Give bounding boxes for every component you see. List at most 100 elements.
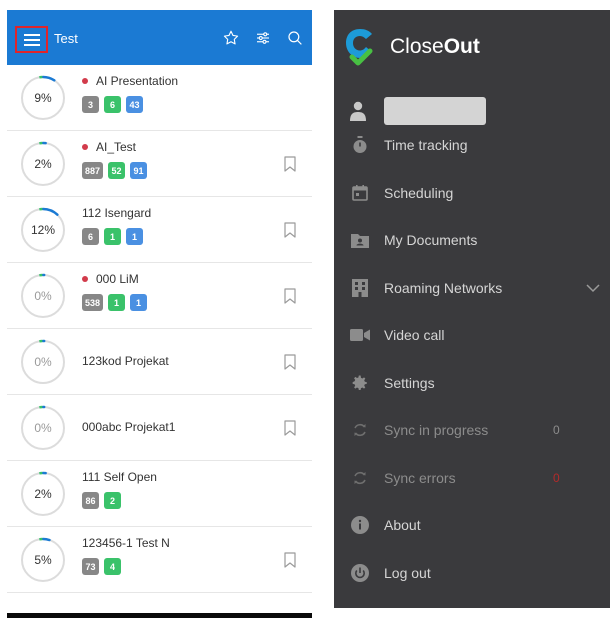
chevron-down-icon[interactable]	[586, 280, 600, 298]
user-name-redacted	[384, 97, 486, 125]
project-title: 123456-1 Test N	[82, 536, 170, 550]
count-badge-green: 52	[108, 162, 126, 179]
badge-group: 3 6 43	[82, 96, 143, 113]
count-badge-gray: 73	[82, 558, 99, 575]
bookmark-icon[interactable]	[284, 222, 296, 238]
filter-button[interactable]	[252, 27, 274, 49]
menu-icon	[23, 33, 40, 46]
video-icon	[350, 325, 370, 345]
flag-dot-icon	[82, 275, 88, 282]
project-title: 123kod Projekat	[82, 354, 169, 368]
closeout-logo-icon	[346, 29, 373, 66]
app-bar-title: Test	[54, 31, 78, 46]
filter-icon	[257, 32, 269, 44]
count-badge-blue: 43	[126, 96, 143, 113]
progress-ring: 5%	[19, 536, 67, 584]
project-list-item[interactable]: 9% AI Presentation 3 6 43	[7, 65, 312, 131]
bookmark-icon[interactable]	[284, 420, 296, 436]
bookmark-icon[interactable]	[284, 288, 296, 304]
project-list-item[interactable]: 2% AI_Test 887 52 91	[7, 131, 312, 197]
progress-ring: 0%	[19, 404, 67, 452]
project-list-screen: Test 9% AI Presentation 3 6 43 2% AI_Test 887 52	[7, 10, 312, 618]
star-icon	[223, 30, 239, 45]
count-badge-green: 6	[104, 96, 121, 113]
bookmark-icon[interactable]	[284, 354, 296, 370]
drawer-item-label: Log out	[384, 565, 431, 581]
count-badge-gray: 538	[82, 294, 104, 311]
badge-group: 538 1 1	[82, 294, 148, 311]
project-title: 000 LiM	[82, 272, 139, 286]
project-name: 123kod Projekat	[82, 354, 169, 368]
gear-icon	[350, 373, 370, 393]
progress-ring: 12%	[19, 206, 67, 254]
progress-percent: 0%	[34, 289, 52, 303]
flag-dot-icon	[82, 143, 88, 150]
sync-icon	[350, 420, 370, 440]
count-badge-green: 1	[108, 294, 126, 311]
drawer-item-time-tracking[interactable]: Time tracking	[350, 132, 600, 158]
sync-count: 0	[553, 423, 560, 437]
drawer-item-label: About	[384, 517, 421, 533]
bookmark-icon[interactable]	[284, 552, 296, 568]
project-list-item[interactable]: 5% 123456-1 Test N 73 4	[7, 527, 312, 593]
drawer-item-settings[interactable]: Settings	[350, 370, 600, 396]
app-bar-actions	[220, 27, 306, 49]
badge-group: 73 4	[82, 558, 121, 575]
drawer-item-log-out[interactable]: Log out	[350, 560, 600, 586]
system-bottom-bar	[7, 613, 312, 618]
progress-percent: 2%	[34, 487, 52, 501]
drawer-item-scheduling[interactable]: Scheduling	[350, 180, 600, 206]
project-title: 111 Self Open	[82, 470, 157, 484]
folder-icon	[350, 230, 370, 250]
project-name: AI Presentation	[96, 74, 179, 88]
progress-ring: 2%	[19, 140, 67, 188]
drawer-item-video-call[interactable]: Video call	[350, 322, 600, 348]
project-list-item[interactable]: 2% 111 Self Open 86 2	[7, 461, 312, 527]
progress-ring: 0%	[19, 272, 67, 320]
favorites-button[interactable]	[220, 27, 242, 49]
drawer-item-label: My Documents	[384, 232, 478, 248]
count-badge-blue: 1	[130, 294, 148, 311]
count-badge-green: 2	[104, 492, 121, 509]
info-icon	[350, 515, 370, 535]
project-title: 000abc Projekat1	[82, 420, 175, 434]
menu-button[interactable]	[15, 26, 48, 53]
drawer-item-label: Time tracking	[384, 137, 468, 153]
drawer-item-about[interactable]: About	[350, 512, 600, 538]
badge-group: 86 2	[82, 492, 121, 509]
project-list-item[interactable]: 0% 123kod Projekat	[7, 329, 312, 395]
app-bar: Test	[7, 10, 312, 65]
drawer-item-roaming-networks[interactable]: Roaming Networks	[350, 275, 600, 301]
drawer-item-label: Sync errors	[384, 470, 456, 486]
brand-header: CloseOut	[344, 26, 480, 68]
project-title: AI Presentation	[82, 74, 178, 88]
progress-ring: 2%	[19, 470, 67, 518]
sync-icon	[350, 468, 370, 488]
power-icon	[350, 563, 370, 583]
drawer-item-sync-in-progress[interactable]: Sync in progress 0	[350, 417, 600, 443]
search-icon	[288, 31, 302, 45]
progress-ring: 0%	[19, 338, 67, 386]
badge-group: 887 52 91	[82, 162, 148, 179]
count-badge-blue: 1	[126, 228, 143, 245]
drawer-item-my-documents[interactable]: My Documents	[350, 227, 600, 253]
user-profile[interactable]	[350, 97, 486, 125]
project-name: 111 Self Open	[82, 470, 157, 484]
drawer-item-label: Roaming Networks	[384, 280, 503, 296]
project-list-item[interactable]: 0% 000abc Projekat1	[7, 395, 312, 461]
building-icon	[350, 278, 370, 298]
flag-dot-icon	[82, 77, 88, 84]
project-list-item[interactable]: 0% 000 LiM 538 1 1	[7, 263, 312, 329]
progress-percent: 12%	[30, 223, 56, 237]
count-badge-gray: 86	[82, 492, 99, 509]
stopwatch-icon	[350, 135, 370, 155]
drawer-item-label: Scheduling	[384, 185, 454, 201]
search-button[interactable]	[284, 27, 306, 49]
drawer-item-sync-errors[interactable]: Sync errors 0	[350, 465, 600, 491]
drawer-item-label: Sync in progress	[384, 422, 489, 438]
brand-name: CloseOut	[390, 35, 480, 58]
project-name: 123456-1 Test N	[82, 536, 170, 550]
project-list-item[interactable]: 12% 112 Isengard 6 1 1	[7, 197, 312, 263]
badge-group: 611	[82, 228, 143, 245]
bookmark-icon[interactable]	[284, 156, 296, 172]
